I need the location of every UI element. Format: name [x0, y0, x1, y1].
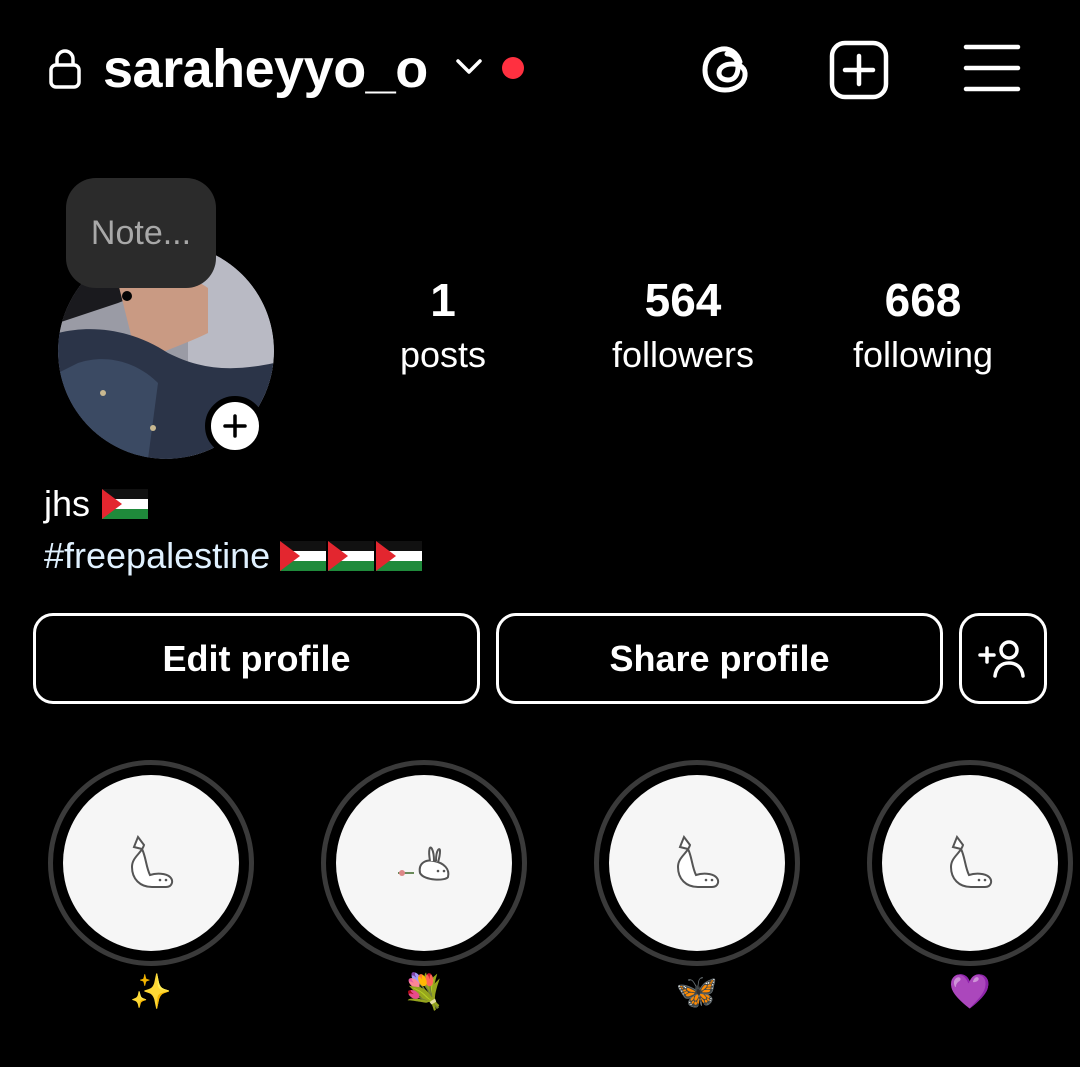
note-bubble[interactable]: Note...	[66, 178, 216, 288]
highlight-ring	[867, 760, 1073, 966]
menu-icon[interactable]	[962, 42, 1022, 94]
posts-value: 1	[430, 274, 456, 326]
story-highlight[interactable]: 🦋	[594, 760, 800, 1012]
story-highlight[interactable]: 💐	[321, 760, 527, 1012]
story-highlight[interactable]: ✨	[48, 760, 254, 1012]
cat-doodle-icon	[130, 835, 174, 888]
following-label: following	[852, 334, 994, 375]
top-bar: saraheyyo_o	[0, 0, 1080, 140]
highlight-caption: 💐	[402, 973, 446, 1011]
new-post-icon[interactable]	[828, 40, 890, 100]
rabbit-doodle-icon	[398, 846, 450, 881]
highlight-cover	[63, 775, 239, 951]
threads-icon[interactable]	[698, 40, 756, 98]
following-count[interactable]: 668 following	[823, 272, 1023, 378]
story-highlight[interactable]: 💜	[867, 760, 1073, 1012]
add-user-icon	[978, 639, 1025, 678]
highlight-caption: ✨	[129, 973, 173, 1011]
share-profile-button[interactable]: Share profile	[496, 613, 943, 704]
palestine-flag-icon	[102, 489, 149, 519]
posts-label: posts	[399, 334, 487, 375]
account-username[interactable]: saraheyyo_o	[103, 38, 428, 100]
highlight-cover	[882, 775, 1058, 951]
cat-doodle-icon	[676, 835, 720, 888]
following-value: 668	[884, 274, 962, 326]
add-story-button[interactable]	[205, 396, 265, 456]
discover-people-button[interactable]	[959, 613, 1047, 704]
highlight-ring	[321, 760, 527, 966]
highlight-caption: 🦋	[675, 973, 719, 1011]
bio-text: #freepalestine	[44, 534, 423, 578]
posts-count[interactable]: 1 posts	[343, 272, 543, 378]
highlight-cover	[336, 775, 512, 951]
hashtag-link[interactable]: #freepalestine	[44, 534, 270, 578]
cat-doodle-icon	[949, 835, 993, 888]
highlight-ring	[594, 760, 800, 966]
palestine-flag-icon	[376, 541, 423, 571]
edit-profile-button[interactable]: Edit profile	[33, 613, 480, 704]
plus-icon	[223, 414, 247, 438]
followers-value: 564	[644, 274, 722, 326]
profile-name-text: jhs	[44, 483, 91, 524]
highlight-ring	[48, 760, 254, 966]
chevron-down-icon[interactable]	[452, 54, 486, 80]
palestine-flag-icon	[328, 541, 375, 571]
followers-count[interactable]: 564 followers	[583, 272, 783, 378]
followers-label: followers	[611, 334, 755, 375]
profile-page: saraheyyo_o Note... 1 posts 564 follower…	[0, 0, 1080, 1067]
highlight-caption: 💜	[948, 973, 992, 1011]
lock-icon	[49, 49, 81, 89]
notification-dot	[502, 57, 524, 79]
highlight-cover	[609, 775, 785, 951]
profile-name: jhs	[44, 482, 149, 526]
flag-group	[280, 541, 423, 571]
palestine-flag-icon	[280, 541, 327, 571]
